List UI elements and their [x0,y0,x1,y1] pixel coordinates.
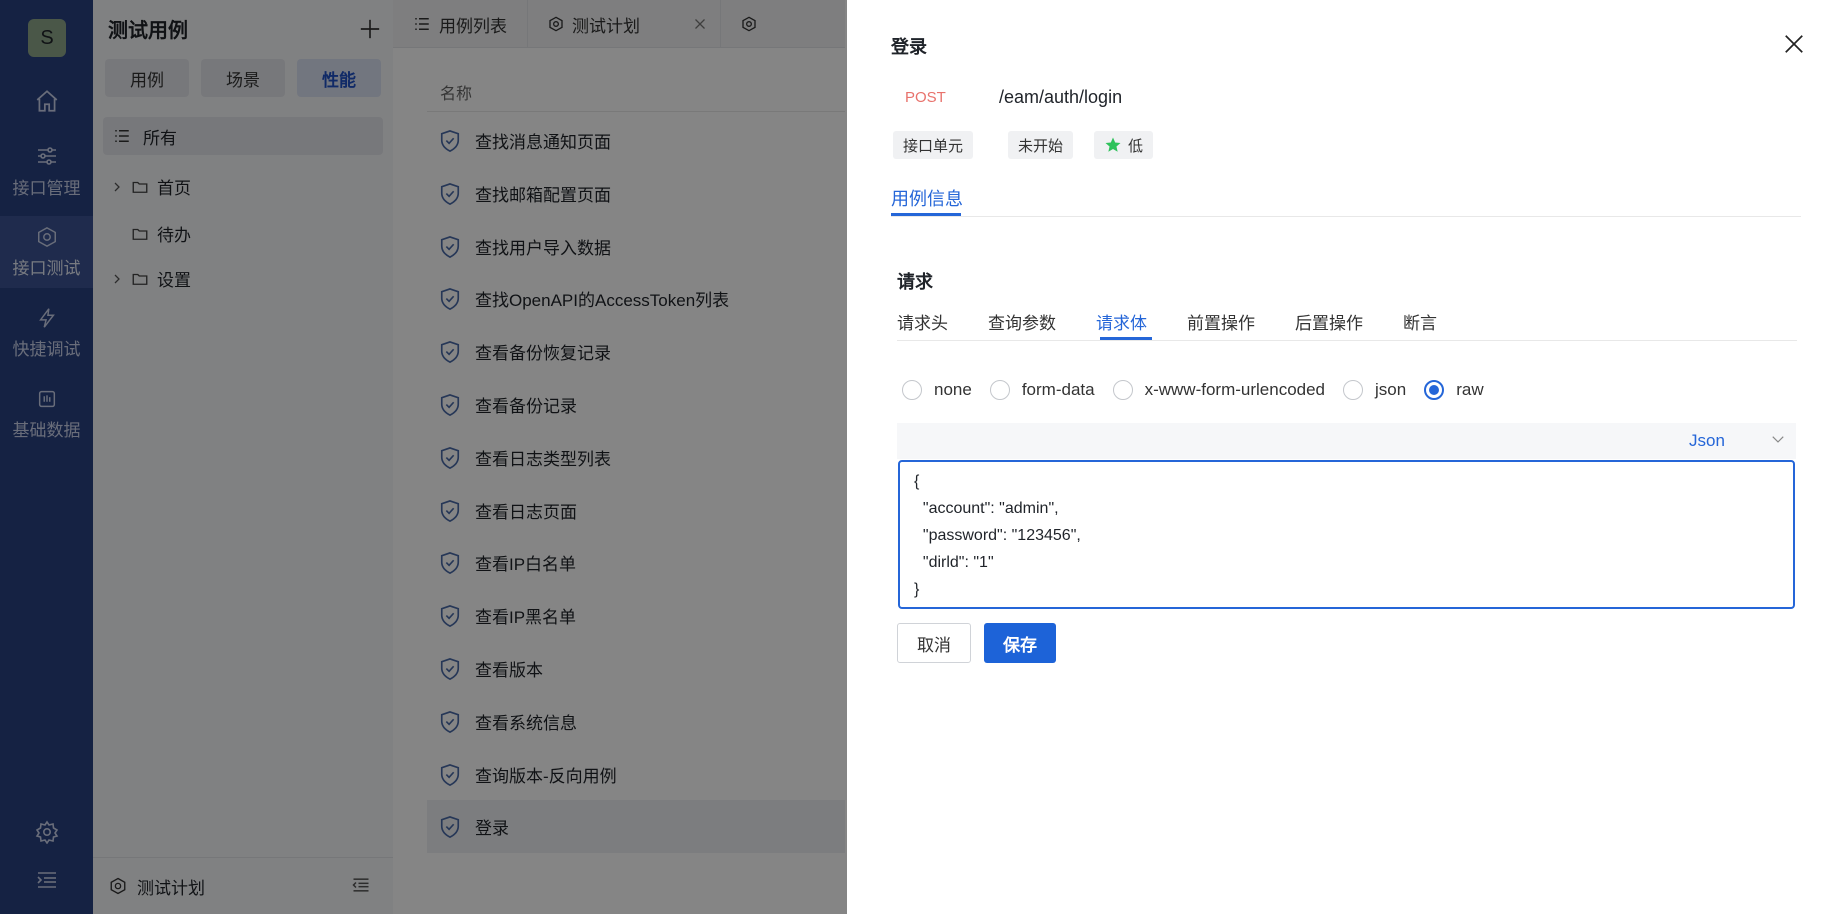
tag-label: 接口单元 [903,137,964,155]
radio-label: form-data [1021,380,1095,399]
tag-label: 低 [1128,137,1144,155]
tab-headers[interactable]: 请求头 [897,309,948,334]
radio-raw[interactable]: raw [1424,380,1484,400]
http-method: POST [905,89,946,106]
editor-toolbar [897,423,1796,459]
tag-api-unit: 接口单元 [893,131,974,159]
modal-mask[interactable] [0,0,847,914]
api-path: /eam/auth/login [999,87,1123,107]
radio-none[interactable]: none [902,380,972,400]
language-select[interactable]: Json [1689,431,1725,451]
tag-priority: 低 [1094,131,1154,159]
divider [897,340,1797,341]
tag-label: 未开始 [1018,137,1064,155]
tab-body[interactable]: 请求体 [1096,309,1147,334]
radio-button[interactable] [1343,380,1364,400]
tab-query-params[interactable]: 查询参数 [988,309,1056,334]
radio-button[interactable] [1424,380,1445,400]
tab-case-info[interactable]: 用例信息 [891,185,963,211]
radio-button[interactable] [1112,380,1133,400]
cancel-button[interactable]: 取消 [897,623,971,663]
save-button[interactable]: 保存 [984,623,1056,663]
radio-label: raw [1456,380,1484,399]
case-detail-drawer: 登录 POST /eam/auth/login 接口单元 未开始 低 用例信息 … [847,0,1845,914]
divider [891,216,1801,217]
radio-form-data[interactable]: form-data [989,380,1095,400]
radio-button[interactable] [989,380,1010,400]
radio-urlencoded[interactable]: x-www-form-urlencoded [1112,380,1326,400]
radio-label: x-www-form-urlencoded [1144,380,1326,399]
drawer-title: 登录 [891,37,927,57]
radio-label: none [934,380,972,399]
tab-pre-actions[interactable]: 前置操作 [1187,309,1255,334]
radio-button[interactable] [902,380,922,400]
section-title: 请求 [897,272,933,292]
request-tabs: 请求头 查询参数 请求体 前置操作 后置操作 断言 [897,309,1437,334]
body-type-group: none form-data x-www-form-urlencoded jso… [902,380,1484,400]
radio-label: json [1375,380,1407,399]
tab-post-actions[interactable]: 后置操作 [1295,309,1363,334]
tag-status: 未开始 [1008,131,1074,159]
star-icon [1105,137,1121,152]
close-icon[interactable] [1783,33,1807,57]
request-body-editor[interactable]: { "account": "admin", "password": "12345… [898,460,1795,609]
chevron-down-icon[interactable] [1771,432,1785,451]
tab-assertions[interactable]: 断言 [1403,309,1437,334]
radio-json[interactable]: json [1343,380,1406,400]
